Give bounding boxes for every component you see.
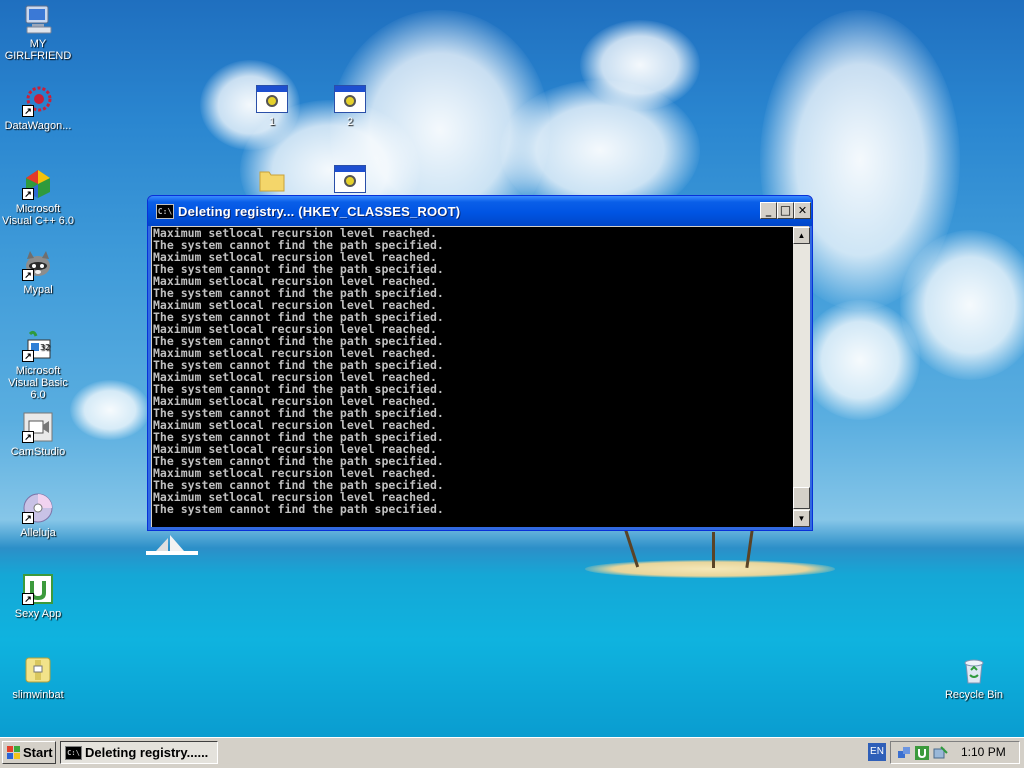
- desktop-icon-mypal[interactable]: ↗ Mypal: [0, 249, 76, 296]
- desktop-icon-visual-cpp[interactable]: ↗ Microsoft Visual C++ 6.0: [0, 168, 76, 227]
- visual-cpp-icon: ↗: [22, 168, 54, 200]
- desktop-icon-label: Recycle Bin: [944, 689, 1004, 701]
- desktop-icon-label: Microsoft Visual Basic 6.0: [8, 365, 68, 401]
- start-button[interactable]: Start: [2, 741, 56, 764]
- console-output[interactable]: Maximum setlocal recursion level reached…: [152, 227, 793, 527]
- desktop-icon-sexy-app[interactable]: ↗ Sexy App: [0, 573, 76, 620]
- desktop-icon-recycle-bin[interactable]: Recycle Bin: [936, 654, 1012, 701]
- datawagon-icon: ↗: [22, 85, 54, 117]
- desktop-icon-label: Alleluja: [20, 527, 56, 539]
- windows-flag-icon: [7, 746, 20, 759]
- maximize-button[interactable]: □: [777, 202, 794, 219]
- taskbar-item-console[interactable]: C:\ Deleting registry......: [60, 741, 218, 764]
- visual-basic-icon: 32 ↗: [22, 330, 54, 362]
- shortcut-arrow-icon: ↗: [22, 188, 34, 200]
- network-icon[interactable]: [897, 746, 912, 760]
- shortcut-arrow-icon: ↗: [22, 593, 34, 605]
- desktop-icon-label: DataWagon...: [4, 120, 72, 132]
- desktop-icon-visual-basic[interactable]: 32 ↗ Microsoft Visual Basic 6.0: [0, 330, 76, 401]
- utorrent-icon: ↗: [22, 573, 54, 605]
- desktop-folder[interactable]: [234, 167, 310, 196]
- desktop-icon-label: Microsoft Visual C++ 6.0: [2, 203, 74, 227]
- batch-window-icon: [256, 85, 288, 113]
- camstudio-icon: ↗: [22, 411, 54, 443]
- window-titlebar[interactable]: C:\ Deleting registry... (HKEY_CLASSES_R…: [148, 196, 812, 226]
- language-indicator[interactable]: EN: [868, 743, 886, 761]
- minimize-button[interactable]: _: [760, 202, 777, 219]
- desktop-file-2[interactable]: 2: [312, 85, 388, 128]
- recycle-bin-icon: [958, 654, 990, 686]
- batch-window-icon: [334, 85, 366, 113]
- close-button[interactable]: ✕: [794, 202, 811, 219]
- shortcut-arrow-icon: ↗: [22, 431, 34, 443]
- svg-text:32: 32: [40, 343, 50, 352]
- console-line: The system cannot find the path specifie…: [153, 502, 444, 516]
- desktop-file-label: 1: [268, 116, 276, 128]
- desktop-file-1[interactable]: 1: [234, 85, 310, 128]
- desktop-icon-alleluja[interactable]: ↗ Alleluja: [0, 492, 76, 539]
- taskbar: Start C:\ Deleting registry...... EN 1:1…: [0, 737, 1024, 768]
- shortcut-arrow-icon: ↗: [22, 269, 34, 281]
- taskbar-item-label: Deleting registry......: [85, 745, 209, 760]
- desktop-batch-3[interactable]: [312, 165, 388, 196]
- shortcut-arrow-icon: ↗: [22, 350, 34, 362]
- desktop-icon-label: Sexy App: [14, 608, 62, 620]
- desktop-icon-label: slimwinbat: [12, 689, 64, 701]
- folder-icon: [256, 167, 288, 193]
- scroll-thumb[interactable]: [793, 487, 810, 509]
- batch-window-icon: [334, 165, 366, 193]
- system-tray: 1:10 PM: [890, 741, 1020, 764]
- console-app-icon: C:\: [65, 746, 82, 760]
- app-tray-icon[interactable]: [933, 746, 948, 760]
- window-title: Deleting registry... (HKEY_CLASSES_ROOT): [178, 204, 461, 219]
- desktop-icon-label: Mypal: [23, 284, 53, 296]
- desktop-icon-label: MY GIRLFRIEND: [4, 38, 72, 62]
- scroll-up-arrow-icon[interactable]: ▲: [793, 227, 810, 244]
- cd-disc-icon: ↗: [22, 492, 54, 524]
- shortcut-arrow-icon: ↗: [22, 105, 34, 117]
- console-app-icon[interactable]: C:\: [156, 204, 174, 219]
- batch-file-icon: [22, 654, 54, 686]
- scroll-down-arrow-icon[interactable]: ▼: [793, 510, 810, 527]
- my-computer-icon: [22, 3, 54, 35]
- desktop-icon-label: CamStudio: [10, 446, 66, 458]
- vertical-scrollbar[interactable]: ▲ ▼: [793, 227, 810, 527]
- clock[interactable]: 1:10 PM: [961, 742, 1006, 763]
- desktop-icon-my-girlfriend[interactable]: MY GIRLFRIEND: [0, 3, 76, 62]
- start-label: Start: [23, 745, 53, 760]
- desktop-icon-camstudio[interactable]: ↗ CamStudio: [0, 411, 76, 458]
- console-window[interactable]: C:\ Deleting registry... (HKEY_CLASSES_R…: [147, 195, 813, 531]
- mypal-raccoon-icon: ↗: [22, 249, 54, 281]
- utorrent-tray-icon[interactable]: [915, 746, 930, 760]
- desktop-icon-slimwinbat[interactable]: slimwinbat: [0, 654, 76, 701]
- desktop-icon-datawagon[interactable]: ↗ DataWagon...: [0, 85, 76, 132]
- desktop-file-label: 2: [346, 116, 354, 128]
- shortcut-arrow-icon: ↗: [22, 512, 34, 524]
